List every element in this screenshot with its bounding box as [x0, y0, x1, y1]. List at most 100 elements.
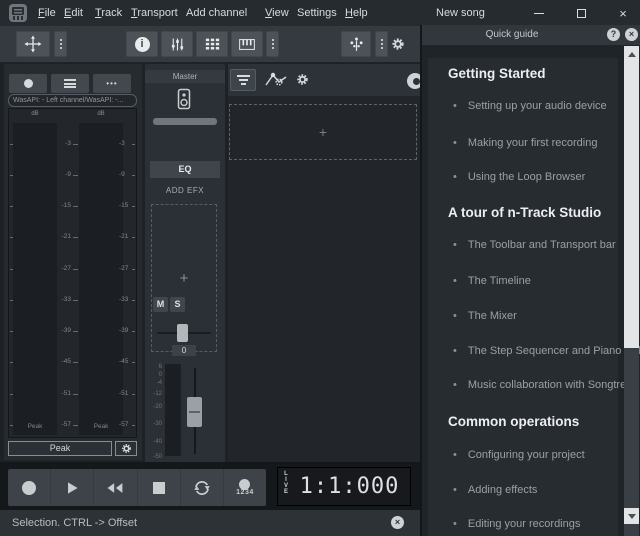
scroll-up-button[interactable]: [624, 46, 639, 62]
guide-link[interactable]: •Music collaboration with Songtree: [453, 379, 632, 391]
step-sequencer-button[interactable]: [196, 31, 228, 57]
status-close-button[interactable]: ×: [391, 516, 404, 529]
record-monitor-button[interactable]: [9, 74, 47, 93]
timeline-settings-button[interactable]: [296, 73, 309, 86]
draw-mode-button[interactable]: [230, 69, 256, 91]
bullet-icon: •: [453, 345, 457, 357]
overflow-dots-icon: [272, 39, 274, 49]
speaker-icon: [176, 88, 192, 110]
fader-scale-label: -4: [145, 380, 162, 386]
info-button[interactable]: i: [126, 31, 158, 57]
mute-button[interactable]: M: [153, 297, 168, 312]
transport-buttons: 1234: [8, 469, 266, 506]
time-display: LIVE 1:1:000: [277, 467, 411, 506]
right-overflow-button[interactable]: [375, 31, 388, 57]
n-track-studio-window: File Edit Track Transport Add channel Vi…: [0, 0, 640, 536]
stop-icon: [153, 482, 165, 494]
time-counter[interactable]: 1:1:000: [289, 474, 410, 499]
meter-settings-button[interactable]: [115, 441, 137, 456]
meter-menu-button[interactable]: [51, 74, 89, 93]
songtree-button[interactable]: [341, 31, 371, 57]
guide-section-heading: A tour of n-Track Studio: [448, 205, 601, 220]
meter-channel-left: [13, 123, 57, 435]
meter-scale-row: -51-51: [9, 390, 136, 398]
menu-help[interactable]: Help: [345, 0, 368, 26]
guide-close-button[interactable]: ×: [625, 28, 638, 41]
fader-scale-label: -50: [145, 454, 162, 460]
peak-mode-button[interactable]: Peak: [8, 441, 112, 456]
guide-link[interactable]: •The Timeline: [453, 275, 531, 287]
guide-link[interactable]: •Making your first recording: [453, 137, 597, 149]
toolbar-settings-button[interactable]: [391, 37, 405, 51]
bullet-icon: •: [453, 171, 457, 183]
eq-button[interactable]: EQ: [150, 161, 220, 178]
rewind-button[interactable]: [94, 469, 137, 506]
automation-nodes-icon[interactable]: [264, 71, 288, 89]
guide-link[interactable]: •Setting up your audio device: [453, 100, 607, 112]
overflow-dots-icon: [381, 39, 383, 49]
maximize-button[interactable]: [568, 0, 594, 26]
guide-link[interactable]: •The Mixer: [453, 310, 517, 322]
bullet-icon: •: [453, 449, 457, 461]
guide-help-button[interactable]: ?: [607, 28, 620, 41]
overflow-dots-icon: [60, 39, 62, 49]
menu-edit[interactable]: Edit: [64, 0, 83, 26]
tool-overflow-button[interactable]: [54, 31, 67, 57]
maximize-icon: [577, 9, 586, 18]
guide-link[interactable]: •Editing your recordings: [453, 518, 580, 530]
peak-readout-right: Peak: [79, 423, 123, 430]
scroll-down-button[interactable]: [624, 508, 639, 524]
window-title: New song: [436, 0, 506, 26]
close-button[interactable]: ×: [610, 0, 636, 26]
ellipsis-icon: •••: [106, 80, 117, 88]
menu-track[interactable]: Track: [95, 0, 122, 26]
volume-fader-handle[interactable]: [187, 397, 202, 427]
view-overflow-button[interactable]: [266, 31, 279, 57]
guide-scrollbar[interactable]: [624, 46, 639, 536]
minimize-icon: [534, 13, 544, 14]
meter-more-button[interactable]: •••: [93, 74, 131, 93]
guide-link[interactable]: •Configuring your project: [453, 449, 585, 461]
level-meter: dB dB -3-3 -9-9 -15-15 -21-21 -27-27 -33…: [8, 108, 137, 438]
piano-roll-button[interactable]: [231, 31, 263, 57]
record-button[interactable]: [8, 469, 51, 506]
quick-guide-content: Getting Started •Setting up your audio d…: [428, 58, 618, 536]
minimize-button[interactable]: [526, 0, 552, 26]
meter-scale-row: -33-33: [9, 296, 136, 304]
plus-icon: +: [180, 270, 189, 287]
guide-link[interactable]: •Using the Loop Browser: [453, 171, 585, 183]
guide-section-heading: Common operations: [448, 414, 579, 429]
move-tool-button[interactable]: [16, 31, 50, 57]
scrollbar-thumb[interactable]: [624, 62, 639, 348]
menu-file[interactable]: File: [38, 0, 56, 26]
quick-guide-panel: Quick guide ? × Getting Started •Setting…: [420, 25, 640, 536]
loop-button[interactable]: [181, 469, 224, 506]
move-arrows-icon: [24, 35, 42, 53]
clipped-gear-button[interactable]: [404, 71, 420, 91]
fader-scale-label: 6: [145, 364, 162, 370]
metronome-button[interactable]: 1234: [224, 469, 266, 506]
meter-scale-row: -15-15: [9, 202, 136, 210]
play-button[interactable]: [51, 469, 94, 506]
gear-icon: [121, 443, 132, 454]
mixer-button[interactable]: [161, 31, 193, 57]
guide-section-heading: Getting Started: [448, 66, 546, 81]
menu-add-channel[interactable]: Add channel: [186, 0, 247, 26]
gear-icon: [391, 37, 405, 51]
solo-button[interactable]: S: [170, 297, 185, 312]
menu-transport[interactable]: Transport: [131, 0, 178, 26]
track-drop-zone[interactable]: +: [229, 104, 417, 160]
audio-device-select[interactable]: WasAPI: - Left channel/WasAPI: -...: [8, 94, 137, 107]
meter-scale-row: -21-21: [9, 233, 136, 241]
stop-button[interactable]: [138, 469, 181, 506]
bullet-icon: •: [453, 239, 457, 251]
menu-settings[interactable]: Settings: [297, 0, 337, 26]
guide-link[interactable]: •Adding effects: [453, 484, 537, 496]
bullet-icon: •: [453, 310, 457, 322]
guide-link[interactable]: •The Toolbar and Transport bar: [453, 239, 616, 251]
pan-value[interactable]: 0: [172, 345, 196, 356]
guide-link[interactable]: •The Step Sequencer and Piano Roll: [453, 345, 640, 357]
master-output-meter: [165, 364, 181, 456]
menu-view[interactable]: View: [265, 0, 289, 26]
pan-slider-handle[interactable]: [177, 324, 188, 342]
